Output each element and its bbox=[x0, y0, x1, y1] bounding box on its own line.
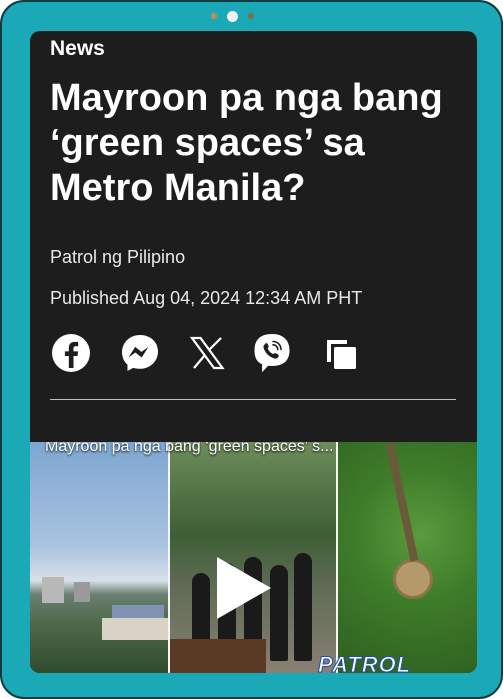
camera-icon bbox=[227, 11, 238, 22]
share-buttons bbox=[50, 332, 356, 376]
video-player[interactable]: Mayroon pa nga bang ‘green spaces’ s... … bbox=[30, 442, 477, 673]
video-thumbnail-aerial bbox=[338, 442, 477, 673]
play-icon[interactable] bbox=[215, 555, 273, 621]
facebook-icon[interactable] bbox=[50, 332, 92, 374]
messenger-icon[interactable] bbox=[119, 332, 161, 374]
divider bbox=[50, 399, 456, 400]
x-icon[interactable] bbox=[186, 332, 228, 374]
published-date: Published Aug 04, 2024 12:34 AM PHT bbox=[50, 288, 363, 308]
sensor-dot bbox=[211, 13, 217, 19]
sensor-dot bbox=[248, 13, 254, 19]
author-name[interactable]: Patrol ng Pilipino bbox=[50, 247, 185, 268]
article-screen: News Mayroon pa nga bang ‘green spaces’ … bbox=[30, 31, 477, 673]
patrol-logo: PATROL bbox=[317, 652, 412, 674]
video-title: Mayroon pa nga bang ‘green spaces’ s... bbox=[45, 442, 334, 455]
article-headline: Mayroon pa nga bang ‘green spaces’ sa Me… bbox=[50, 77, 443, 209]
tablet-frame: News Mayroon pa nga bang ‘green spaces’ … bbox=[0, 0, 503, 699]
section-label[interactable]: News bbox=[50, 37, 105, 61]
copy-icon[interactable] bbox=[320, 332, 362, 374]
video-thumbnail-skyline bbox=[30, 442, 168, 673]
viber-icon[interactable] bbox=[251, 332, 293, 374]
